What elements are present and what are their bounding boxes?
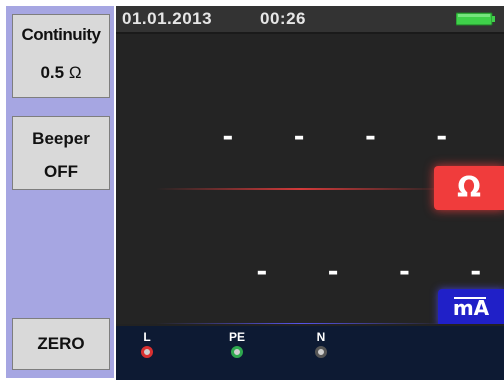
battery-full-icon [456,12,495,26]
continuity-threshold: 0.5 [40,63,65,82]
terminal-label: L [143,330,151,344]
dc-bar-icon [454,297,486,301]
softkey-sidebar: Continuity 0.5 Ω Beeper OFF ZERO [6,6,114,378]
milliamp-unit-badge: mA [438,289,504,327]
primary-underline [156,188,446,190]
beeper-label: Beeper [32,129,90,148]
zero-label: ZERO [37,334,85,353]
status-bar: 01.01.2013 00:26 [116,6,504,34]
continuity-label: Continuity [21,25,101,44]
time-readout: 00:26 [260,9,306,28]
terminal-label: PE [228,330,245,344]
terminal-N: N [306,330,336,358]
secondary-reading: - - - - [254,257,504,287]
continuity-unit: Ω [68,63,82,82]
measurement-display: 01.01.2013 00:26 - - - - Ω - - - - mA L [116,6,504,380]
terminal-L: L [132,330,162,358]
beeper-softkey[interactable]: Beeper OFF [12,116,110,190]
continuity-value: 0.5 Ω [13,63,109,83]
reading-area: - - - - Ω - - - - mA [116,34,504,327]
terminal-indicator-bar: L PE N [116,324,504,380]
date-readout: 01.01.2013 [122,9,213,28]
instrument-screen: Continuity 0.5 Ω Beeper OFF ZERO 01.01.2… [0,0,504,383]
terminal-label: N [316,330,326,344]
primary-reading: - - - - [220,122,470,152]
ohm-unit-badge: Ω [434,166,504,210]
zero-softkey[interactable]: ZERO [12,318,110,370]
terminal-socket-icon [141,346,153,358]
continuity-softkey[interactable]: Continuity 0.5 Ω [12,14,110,98]
terminal-socket-icon [231,346,243,358]
terminal-PE: PE [222,330,252,358]
terminal-socket-icon [315,346,327,358]
beeper-value: OFF [44,162,78,181]
